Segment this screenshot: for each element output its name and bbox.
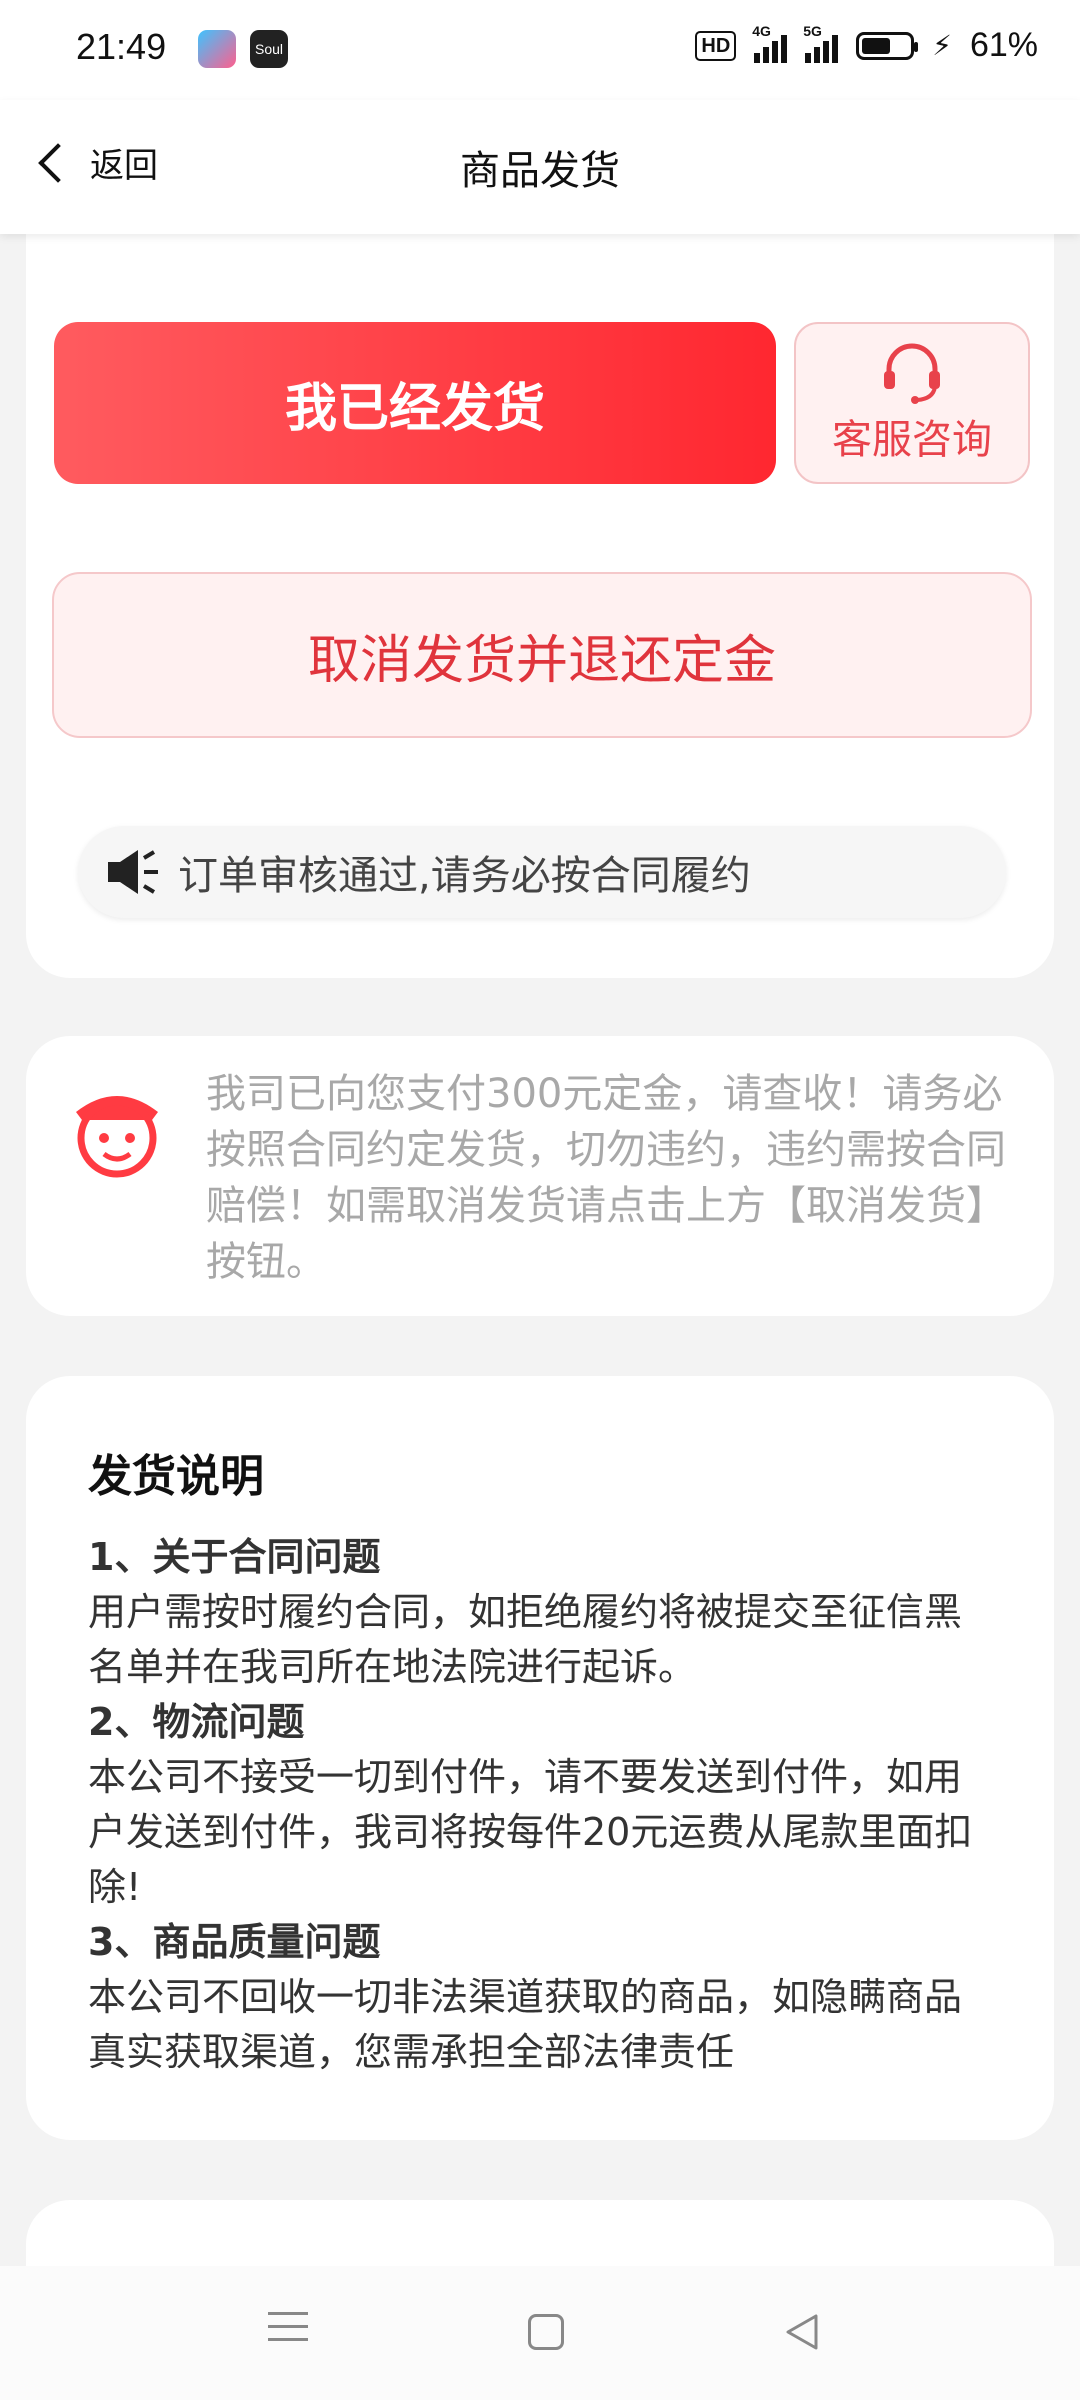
battery-level-fill [862, 37, 891, 54]
rule-heading: 2、物流问题 [88, 1700, 305, 1744]
system-navigation-bar [0, 2266, 1080, 2400]
customer-service-label: 客服咨询 [832, 417, 992, 463]
back-triangle-icon[interactable] [782, 2312, 822, 2352]
page-title: 商品发货 [460, 148, 620, 194]
notice-text: 订单审核通过,请务必按合同履约 [178, 853, 751, 899]
instructions-list: 1、关于合同问题 用户需按时履约合同，如拒绝履约将被提交至征信黑名单并在我司所在… [88, 1530, 988, 2080]
rule-body: 本公司不接受一切到付件，请不要发送到付件，如用户发送到付件，我司将按每件20元运… [88, 1755, 973, 1909]
speaker-icon [108, 850, 158, 894]
clock: 21:49 [76, 26, 167, 67]
app-notification-icon [198, 30, 236, 68]
status-bar: 21:49 Soul HD 4G 5G ⚡ 61% [0, 0, 1080, 100]
battery-percent: 61% [969, 26, 1038, 64]
customer-service-button[interactable]: 客服咨询 [794, 322, 1030, 484]
deposit-message-text: 我司已向您支付300元定金，请查收！请务必按照合同约定发货，切勿违约，违约需按合… [206, 1071, 1006, 1285]
rule-body: 用户需按时履约合同，如拒绝履约将被提交至征信黑名单并在我司所在地法院进行起诉。 [88, 1590, 963, 1689]
signal-5g-icon: 5G [803, 23, 839, 63]
home-icon[interactable] [528, 2314, 564, 2350]
notice-bar: 订单审核通过,请务必按合同履约 [78, 826, 1006, 918]
already-shipped-button[interactable]: 我已经发货 [54, 322, 776, 484]
hd-voice-icon: HD [695, 30, 737, 61]
cancel-shipment-button[interactable]: 取消发货并退还定金 [52, 572, 1032, 738]
soul-app-icon: Soul [250, 30, 288, 68]
navigation-bar: 返回 商品发货 [0, 100, 1080, 234]
agent-avatar-icon [76, 1096, 158, 1178]
rule-heading: 3、商品质量问题 [88, 1920, 381, 1964]
charging-icon: ⚡ [932, 28, 952, 62]
battery-icon [856, 31, 919, 60]
status-indicators: HD 4G 5G ⚡ 61% [695, 23, 1038, 65]
rule-heading: 1、关于合同问题 [88, 1535, 381, 1579]
menu-icon[interactable] [268, 2312, 308, 2351]
instructions-title: 发货说明 [88, 1451, 264, 1502]
signal-4g-icon: 4G [752, 23, 788, 63]
headset-icon [884, 343, 940, 404]
rule-body: 本公司不回收一切非法渠道获取的商品，如隐瞒商品真实获取渠道，您需承担全部法律责任 [88, 1975, 963, 2074]
